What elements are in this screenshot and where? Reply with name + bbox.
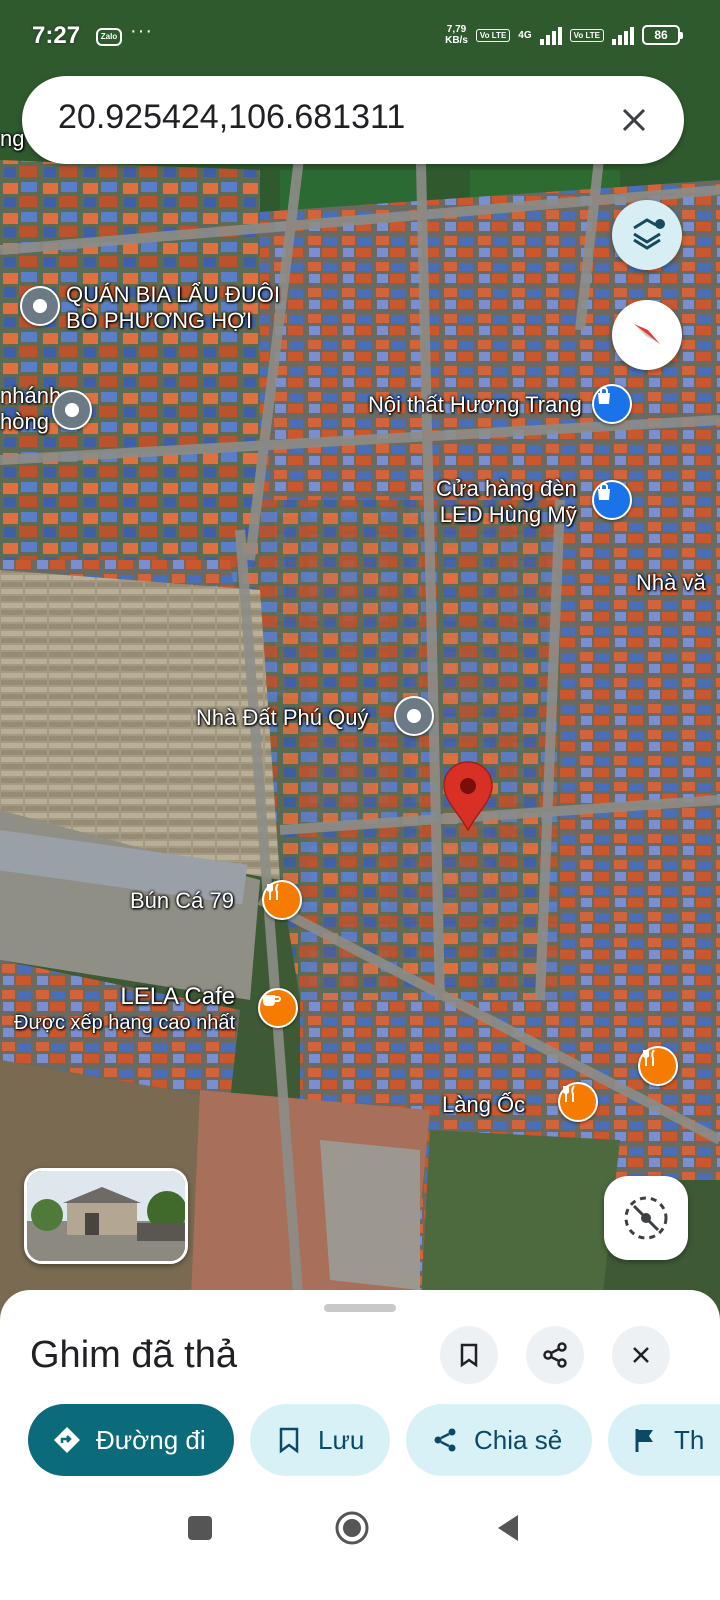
layers-button[interactable] (612, 200, 682, 270)
satellite-map[interactable]: ng QUÁN BIA LẨU ĐUÔI BÒ PHƯƠNG HỢI nhánh… (0, 0, 720, 1320)
directions-icon (52, 1425, 82, 1455)
shopping-bag-icon[interactable] (592, 384, 632, 424)
save-button[interactable]: Lưu (250, 1404, 390, 1476)
search-bar[interactable]: 20.925424,106.681311 (22, 76, 684, 164)
flag-icon (630, 1425, 660, 1455)
volte-icon: Vo LTE (569, 28, 604, 42)
map-label-nha-va[interactable]: Nhà vă (636, 570, 706, 596)
drag-handle[interactable] (324, 1304, 396, 1312)
restaurant-icon[interactable] (262, 880, 302, 920)
map-label-edge: ng (0, 126, 25, 151)
map-label-lela-cafe[interactable]: LELA Cafe Được xếp hạng cao nhất (14, 984, 235, 1036)
map-imagery (0, 0, 720, 1320)
map-label-noi-that[interactable]: Nội thất Hương Trang (368, 392, 582, 418)
battery-icon: 86 (642, 25, 683, 45)
close-sheet-button[interactable] (612, 1326, 670, 1384)
location-disabled-icon (624, 1196, 668, 1240)
shopping-bag-icon[interactable] (592, 480, 632, 520)
restaurant-icon[interactable] (558, 1082, 598, 1122)
more-notifications-icon: ··· (130, 20, 153, 42)
network-type: 4G (518, 29, 532, 41)
street-view-thumbnail[interactable] (24, 1168, 188, 1264)
recents-icon (188, 1516, 212, 1540)
save-label: Lưu (318, 1424, 365, 1455)
map-label-cua-hang-den[interactable]: Cửa hàng đèn LED Hùng Mỹ (436, 476, 577, 528)
place-pin-nha-dat[interactable] (394, 696, 434, 736)
map-label-lang-oc[interactable]: Làng Ốc (442, 1092, 525, 1118)
zalo-icon: Zalo (96, 28, 122, 46)
volte-icon: Vo LTE (475, 28, 511, 42)
home-button[interactable] (332, 1508, 372, 1548)
share-label: Chia sẻ (474, 1424, 563, 1455)
compass-icon (634, 324, 660, 344)
action-chips: Đường đi Lưu Chia sẻ Th (0, 1404, 720, 1476)
place-pin-chanh-phong[interactable] (52, 390, 92, 430)
system-nav-bar (0, 1486, 720, 1600)
home-icon (335, 1511, 369, 1545)
status-time: 7:27 (32, 22, 81, 49)
close-icon[interactable] (614, 100, 654, 140)
back-icon (498, 1515, 518, 1541)
layers-icon (633, 218, 665, 250)
bookmark-icon (460, 1343, 478, 1368)
status-bar: 7:27 Zalo ··· 7,79 KB/s Vo LTE 4G Vo LTE… (0, 0, 720, 72)
share-button[interactable] (526, 1326, 584, 1384)
label-button[interactable]: Th (608, 1404, 720, 1476)
directions-button[interactable]: Đường đi (28, 1404, 234, 1476)
map-label-nha-dat[interactable]: Nhà Đất Phú Quý (196, 705, 368, 731)
map-label-bun-ca[interactable]: Bún Cá 79 (130, 888, 234, 914)
back-button[interactable] (490, 1508, 530, 1548)
bookmark-button[interactable] (440, 1326, 498, 1384)
close-icon (633, 1347, 649, 1363)
signal-icon (612, 25, 634, 45)
search-input[interactable]: 20.925424,106.681311 (58, 98, 405, 137)
share-chip-button[interactable]: Chia sẻ (406, 1404, 592, 1476)
map-label-quan-bia[interactable]: QUÁN BIA LẨU ĐUÔI BÒ PHƯƠNG HỢI (66, 282, 280, 334)
status-indicators: 7,79 KB/s Vo LTE 4G Vo LTE 86 (445, 24, 683, 46)
compass-button[interactable] (612, 300, 682, 370)
my-location-button[interactable] (604, 1176, 688, 1260)
directions-label: Đường đi (96, 1424, 206, 1455)
share-icon (430, 1425, 460, 1455)
share-icon (543, 1342, 567, 1368)
net-speed: 7,79 KB/s (445, 24, 468, 46)
restaurant-icon[interactable] (638, 1046, 678, 1086)
place-pin-quan-bia[interactable] (20, 286, 60, 326)
cafe-icon[interactable] (258, 988, 298, 1028)
bookmark-icon (274, 1425, 304, 1455)
signal-icon (539, 25, 562, 45)
recents-button[interactable] (180, 1508, 220, 1548)
place-title: Ghim đã thả (30, 1334, 237, 1376)
label-chip-text: Th (674, 1424, 705, 1455)
